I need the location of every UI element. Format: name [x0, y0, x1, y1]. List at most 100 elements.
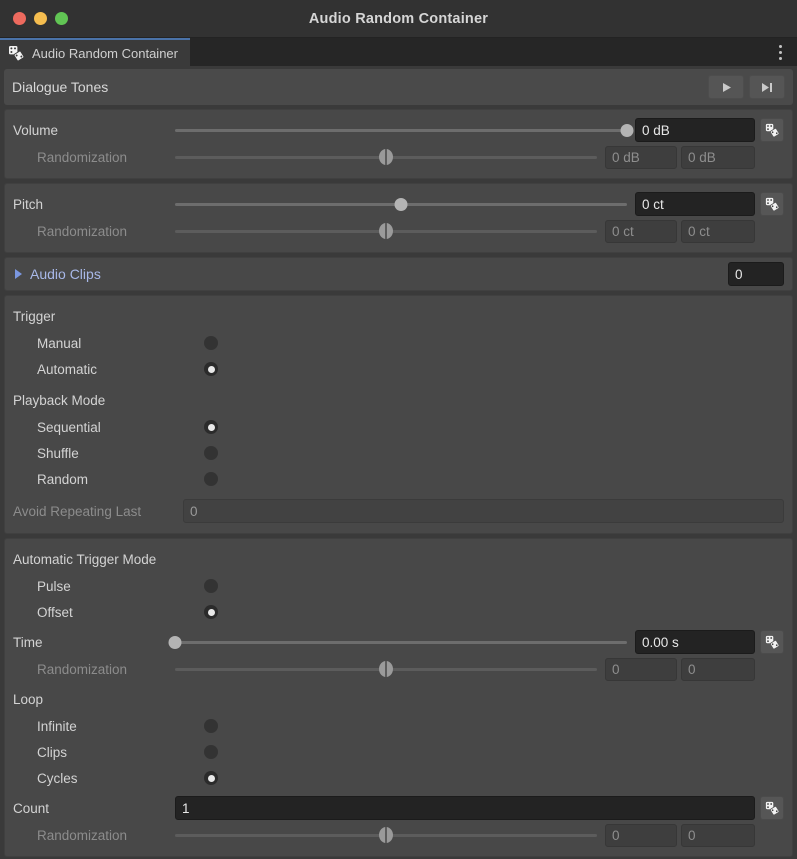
loop-option-cycles[interactable]: Cycles: [13, 765, 784, 791]
avoid-repeating-field[interactable]: 0: [183, 499, 784, 523]
pitch-randomization-slider[interactable]: [175, 218, 597, 244]
pitch-slider-handle[interactable]: [394, 197, 408, 211]
volume-slider-handle[interactable]: [620, 123, 634, 137]
atm-option-pulse[interactable]: Pulse: [13, 573, 784, 599]
time-slider[interactable]: [168, 629, 627, 655]
atm-pulse-label: Pulse: [37, 578, 71, 594]
avoid-repeating-row: Avoid Repeating Last 0: [13, 497, 784, 525]
count-randomization-row: Randomization 0 0: [13, 822, 784, 848]
volume-label: Volume: [13, 122, 59, 138]
zoom-window-button[interactable]: [55, 12, 68, 25]
volume-rand-max-field[interactable]: 0 dB: [681, 145, 755, 169]
loop-option-infinite[interactable]: Infinite: [13, 713, 784, 739]
trigger-option-manual[interactable]: Manual: [13, 330, 784, 356]
pitch-rand-max-field[interactable]: 0 ct: [681, 219, 755, 243]
count-field[interactable]: 1: [175, 796, 755, 820]
dice-icon: [765, 197, 779, 211]
traffic-lights: [0, 12, 68, 25]
dice-icon: [765, 801, 779, 815]
tab-strip: Audio Random Container: [0, 38, 797, 66]
loop-option-clips[interactable]: Clips: [13, 739, 784, 765]
playback-random-label: Random: [37, 471, 89, 487]
page-title: Dialogue Tones: [12, 79, 109, 95]
close-window-button[interactable]: [13, 12, 26, 25]
trigger-automatic-label: Automatic: [37, 361, 98, 377]
container-header-bar: Dialogue Tones: [4, 69, 793, 105]
time-rand-max-field[interactable]: 0: [681, 657, 755, 681]
radio-shuffle[interactable]: [204, 446, 218, 460]
count-randomization-handle[interactable]: [379, 827, 393, 843]
window-title: Audio Random Container: [308, 10, 489, 27]
radio-manual[interactable]: [204, 336, 218, 350]
count-label: Count: [13, 800, 50, 816]
radio-pulse[interactable]: [204, 579, 218, 593]
volume-slider[interactable]: [175, 117, 634, 143]
pitch-section: Pitch 0 ct Randomization 0 ct 0 ct: [4, 183, 793, 253]
kebab-menu-icon[interactable]: [771, 38, 789, 66]
time-randomization-row: Randomization 0 0: [13, 656, 784, 682]
audio-clips-foldout[interactable]: Audio Clips 0: [9, 261, 784, 287]
pitch-slider[interactable]: [175, 191, 627, 217]
volume-randomization-handle[interactable]: [379, 149, 393, 165]
skip-button[interactable]: [749, 75, 785, 99]
playback-option-random[interactable]: Random: [13, 466, 784, 492]
volume-randomization-slider[interactable]: [175, 144, 597, 170]
audio-clips-section: Audio Clips 0: [4, 257, 793, 291]
volume-row: Volume 0 dB: [13, 116, 784, 144]
time-label: Time: [13, 634, 43, 650]
minimize-window-button[interactable]: [34, 12, 47, 25]
loop-infinite-label: Infinite: [37, 718, 77, 734]
radio-sequential[interactable]: [204, 420, 218, 434]
time-randomization-slider[interactable]: [175, 656, 597, 682]
pitch-value-field[interactable]: 0 ct: [635, 192, 755, 216]
pitch-randomization-handle[interactable]: [379, 223, 393, 239]
volume-rand-min-field[interactable]: 0 dB: [605, 145, 677, 169]
count-rand-min-field[interactable]: 0: [605, 823, 677, 847]
dice-icon: [765, 123, 779, 137]
pitch-rand-min-field[interactable]: 0 ct: [605, 219, 677, 243]
play-button[interactable]: [708, 75, 744, 99]
loop-cycles-label: Cycles: [37, 770, 78, 786]
trigger-option-automatic[interactable]: Automatic: [13, 356, 784, 382]
radio-infinite[interactable]: [204, 719, 218, 733]
trigger-manual-label: Manual: [37, 335, 82, 351]
audio-clips-count-field[interactable]: 0: [728, 262, 784, 286]
time-slider-handle[interactable]: [168, 635, 182, 649]
count-row: Count 1: [13, 794, 784, 822]
radio-cycles[interactable]: [204, 771, 218, 785]
radio-clips[interactable]: [204, 745, 218, 759]
trigger-playback-section: Trigger Manual Automatic Playback Mode S…: [4, 295, 793, 534]
tab-label: Audio Random Container: [32, 45, 178, 61]
volume-randomization-row: Randomization 0 dB 0 dB: [13, 144, 784, 170]
playback-mode-title: Playback Mode: [13, 392, 106, 408]
count-randomization-slider[interactable]: [175, 822, 597, 848]
atm-option-offset[interactable]: Offset: [13, 599, 784, 625]
pitch-label: Pitch: [13, 196, 44, 212]
count-rand-max-field[interactable]: 0: [681, 823, 755, 847]
tab-audio-random-container[interactable]: Audio Random Container: [0, 38, 190, 66]
play-icon: [722, 82, 731, 92]
loop-title: Loop: [13, 691, 44, 707]
radio-random[interactable]: [204, 472, 218, 486]
count-randomize-button[interactable]: [760, 796, 784, 820]
playback-sequential-label: Sequential: [37, 419, 101, 435]
avoid-repeating-label: Avoid Repeating Last: [13, 503, 142, 519]
automatic-trigger-mode-title: Automatic Trigger Mode: [13, 551, 157, 567]
volume-randomize-button[interactable]: [760, 118, 784, 142]
chevron-right-icon[interactable]: [15, 269, 22, 279]
playback-option-sequential[interactable]: Sequential: [13, 414, 784, 440]
pitch-randomize-button[interactable]: [760, 192, 784, 216]
window-titlebar: Audio Random Container: [0, 0, 797, 38]
trigger-title: Trigger: [13, 308, 56, 324]
volume-value-field[interactable]: 0 dB: [635, 118, 755, 142]
radio-offset[interactable]: [204, 605, 218, 619]
audio-clips-label: Audio Clips: [30, 266, 101, 282]
time-randomization-handle[interactable]: [379, 661, 393, 677]
time-rand-min-field[interactable]: 0: [605, 657, 677, 681]
playback-option-shuffle[interactable]: Shuffle: [13, 440, 784, 466]
time-randomize-button[interactable]: [760, 630, 784, 654]
time-randomization-label: Randomization: [37, 661, 128, 677]
radio-automatic[interactable]: [204, 362, 218, 376]
time-value-field[interactable]: 0.00 s: [635, 630, 755, 654]
count-randomization-label: Randomization: [37, 827, 128, 843]
